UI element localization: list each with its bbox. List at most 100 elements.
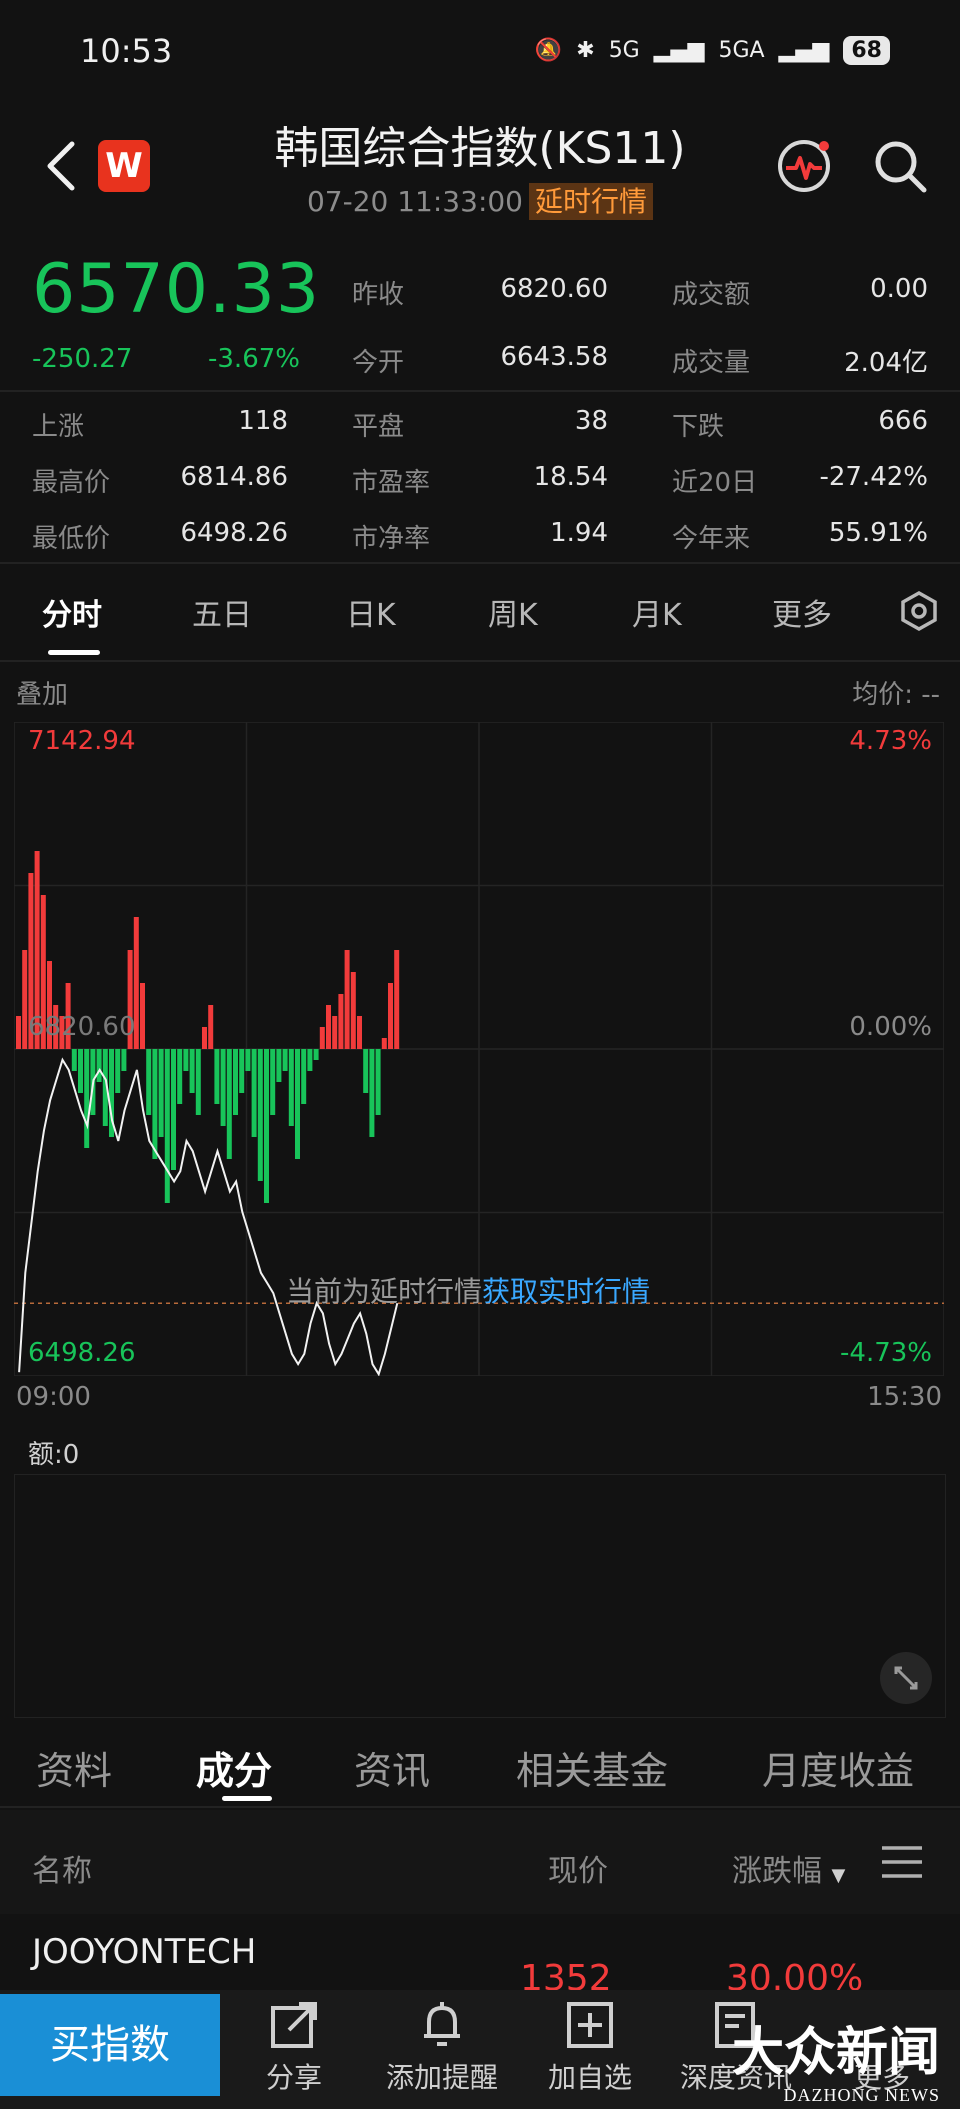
change-bar [171, 1049, 176, 1170]
change-bar [319, 1027, 325, 1049]
change-bar [16, 1016, 21, 1049]
x-start-label: 09:00 [16, 1382, 91, 1412]
prev-close-label: 昨收 [352, 280, 405, 310]
stock-price: 1352 [520, 1958, 612, 1990]
tab-5day[interactable]: 五日 [192, 590, 252, 634]
flat-count-value: 38 [574, 406, 608, 436]
tab-more[interactable]: 更多 [772, 590, 832, 634]
change-bar [344, 950, 350, 1049]
change-bar [270, 1049, 276, 1115]
change-bar [96, 1049, 102, 1082]
battery-level: 68 [843, 36, 890, 65]
menu-icon[interactable] [880, 1842, 924, 1882]
pulse-icon[interactable] [776, 138, 832, 194]
stock-name: JOOYONTECH [32, 1932, 257, 1972]
change-bar [220, 1049, 226, 1126]
pb-value: 1.94 [550, 518, 608, 548]
change-bar [357, 1016, 362, 1049]
quote-datetime: 07-20 11:33:00 [306, 185, 523, 218]
open-label: 今开 [352, 348, 405, 378]
change-bar [245, 1049, 251, 1071]
volume-value: 2.04亿 [844, 348, 928, 378]
tab-profile[interactable]: 资料 [36, 1740, 112, 1795]
share-button[interactable]: 分享 [224, 1994, 364, 2104]
add-watchlist-button[interactable]: 加自选 [520, 1994, 660, 2104]
bluetooth-icon: ✱ [576, 38, 595, 63]
price-line [18, 1057, 399, 1376]
change-bar [226, 1049, 232, 1159]
change-bar [282, 1049, 288, 1071]
watermark-cn: 大众新闻 [731, 2022, 940, 2083]
high-value: 6814.86 [180, 462, 288, 492]
change-bar [388, 983, 393, 1049]
price-series-line [18, 1057, 399, 1376]
signal-5g-label: 5G [608, 38, 640, 63]
pct-mid-label: 0.00% [849, 1012, 932, 1042]
flat-count-label: 平盘 [352, 412, 405, 442]
d20-label: 近20日 [672, 468, 758, 498]
price-change: -250.27 [32, 344, 133, 374]
change-bar [233, 1049, 238, 1115]
turnover-label: 成交额 [672, 280, 751, 310]
volume-panel-label: 额:0 [28, 1440, 80, 1470]
settings-hexagon-icon[interactable] [898, 590, 940, 632]
y-top-label: 7142.94 [28, 726, 136, 756]
change-bar [84, 1049, 90, 1148]
stock-change: 30.00% [726, 1958, 864, 1990]
bell-icon [424, 2002, 460, 2046]
signal-bars-icon-2: ▂▄▆ [778, 38, 830, 63]
expand-chart-button[interactable] [880, 1652, 932, 1704]
turnover-value: 0.00 [870, 274, 928, 304]
change-bar [375, 1049, 381, 1115]
tab-related-funds[interactable]: 相关基金 [516, 1740, 668, 1795]
delay-notice-text: 当前为延时行情 [286, 1275, 483, 1308]
x-end-label: 15:30 [867, 1382, 942, 1412]
tab-daily-k[interactable]: 日K [346, 590, 396, 634]
change-bar [276, 1049, 282, 1082]
overlay-button[interactable]: 叠加 [16, 674, 68, 711]
col-price[interactable]: 现价 [548, 1846, 608, 1890]
watermark: 大众新闻 DAZHONG NEWS [732, 2010, 940, 2106]
change-bar [332, 1016, 338, 1049]
change-bar [146, 1049, 152, 1115]
change-bar [158, 1049, 164, 1137]
delay-notice: 当前为延时行情获取实时行情 [286, 1270, 650, 1310]
current-price: 6570.33 [32, 250, 321, 329]
ytd-label: 今年来 [672, 524, 751, 554]
change-bar [164, 1049, 170, 1203]
get-realtime-link[interactable]: 获取实时行情 [482, 1275, 650, 1308]
tab-intraday[interactable]: 分时 [42, 590, 102, 634]
buy-index-button[interactable]: 买指数 [0, 1994, 220, 2096]
change-bar [152, 1049, 158, 1159]
volume-panel [14, 1474, 946, 1718]
watermark-en: DAZHONG NEWS [783, 2085, 940, 2105]
delay-badge: 延时行情 [529, 183, 654, 220]
tab-monthly-k[interactable]: 月K [632, 590, 682, 634]
col-change[interactable]: 涨跌幅 ▼ [732, 1846, 845, 1890]
tab-weekly-k[interactable]: 周K [488, 590, 538, 634]
change-bar [301, 1049, 307, 1104]
high-label: 最高价 [32, 468, 111, 498]
tab-constituents[interactable]: 成分 [196, 1740, 272, 1795]
tab-monthly-returns[interactable]: 月度收益 [762, 1740, 914, 1795]
change-bar [381, 1038, 387, 1049]
add-watchlist-label: 加自选 [547, 2061, 632, 2094]
change-bar [307, 1049, 313, 1071]
add-alert-button[interactable]: 添加提醒 [372, 1994, 512, 2104]
tab-news[interactable]: 资讯 [354, 1740, 430, 1795]
share-label: 分享 [265, 2061, 322, 2094]
col-name[interactable]: 名称 [32, 1846, 92, 1890]
change-bar [257, 1049, 263, 1181]
plus-box-icon [567, 2002, 613, 2048]
status-icons: 🔕 ✱ 5G ▂▄▆ 5GA ▂▄▆ 68 [535, 36, 890, 65]
table-row[interactable]: JOOYONTECH 1352 30.00% [0, 1916, 960, 1990]
low-label: 最低价 [32, 524, 111, 554]
search-icon[interactable] [872, 138, 928, 194]
mute-bell-icon: 🔕 [534, 38, 563, 63]
pct-bottom-label: -4.73% [840, 1338, 932, 1368]
d20-value: -27.42% [819, 462, 928, 492]
change-bar [326, 1005, 331, 1049]
change-bar [121, 1049, 127, 1071]
add-alert-label: 添加提醒 [385, 2061, 498, 2094]
up-count-label: 上涨 [32, 412, 85, 442]
